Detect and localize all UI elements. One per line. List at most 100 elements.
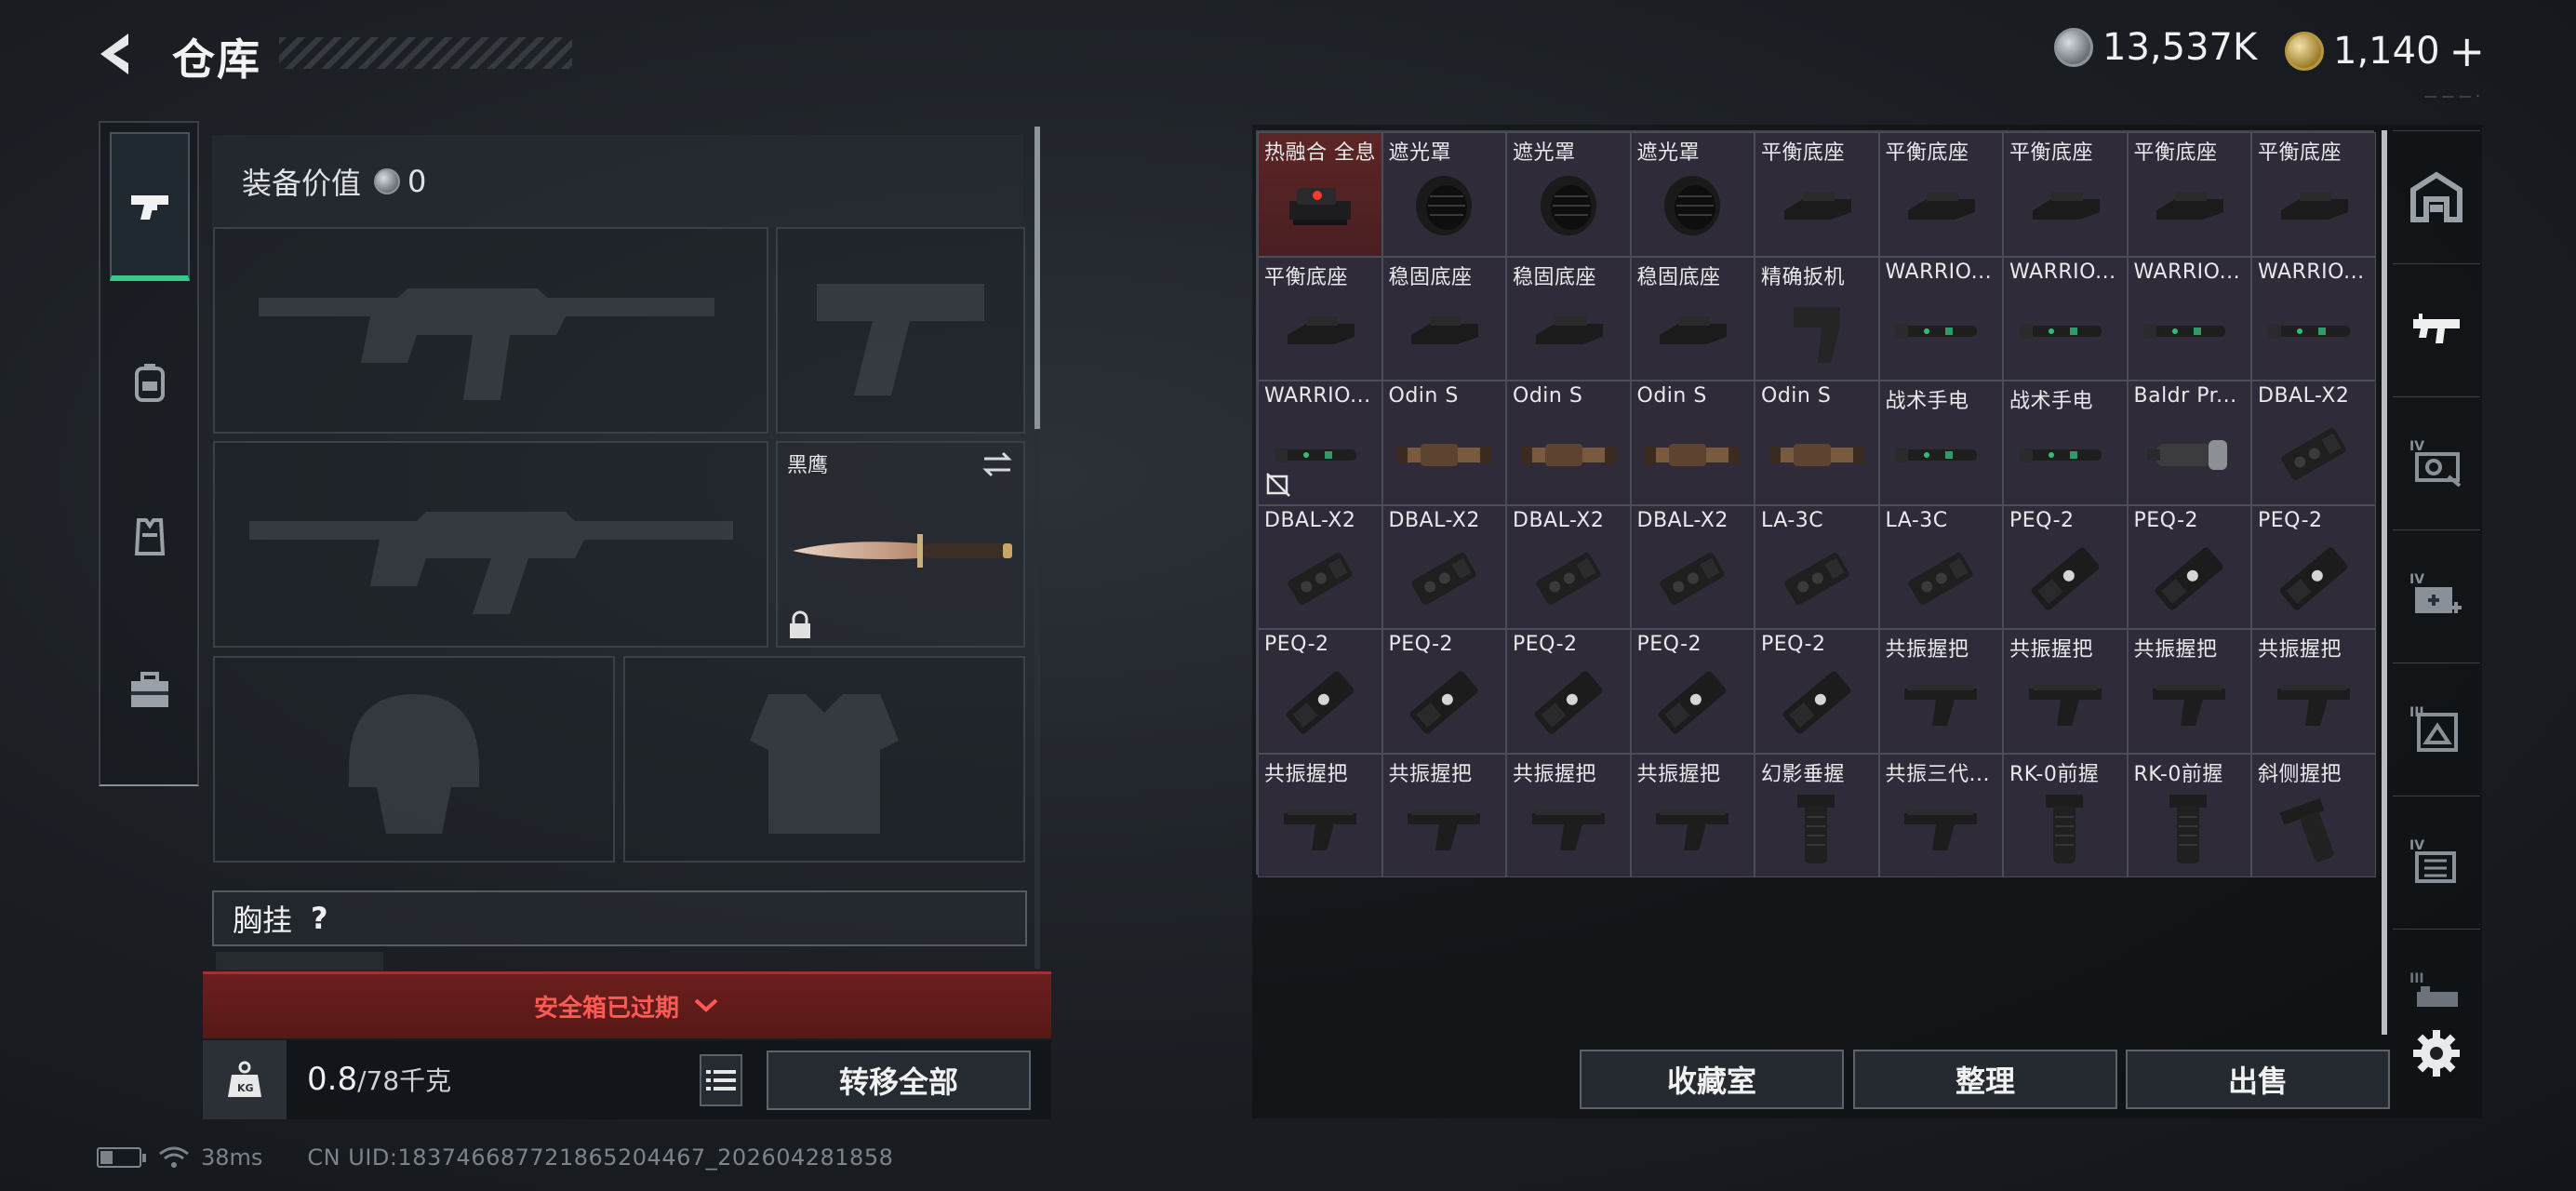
secondary-weapon-slot[interactable] xyxy=(213,441,768,648)
inventory-item[interactable]: 稳固底座 xyxy=(1506,256,1631,381)
inventory-item[interactable]: PEQ-2 xyxy=(2127,504,2251,629)
ping-value: 38ms xyxy=(201,1144,263,1171)
inventory-item[interactable]: 共振握把 xyxy=(1381,753,1506,877)
inventory-item[interactable]: 遮光罩 xyxy=(1630,132,1755,257)
inventory-item[interactable]: 战术手电 xyxy=(2003,381,2128,505)
lock-icon xyxy=(790,610,810,638)
chest-rig-slot-preview xyxy=(216,952,383,970)
inventory-item[interactable]: 共振握把 xyxy=(2127,629,2251,754)
inventory-item[interactable]: PEQ-2 xyxy=(1258,629,1382,754)
tab-armor-storage[interactable]: III xyxy=(2393,662,2480,793)
gold-currency[interactable]: 1,140 + xyxy=(2285,26,2485,76)
inventory-item[interactable]: Odin S xyxy=(1381,381,1506,505)
inventory-item[interactable]: Baldr Pr... xyxy=(2127,381,2251,505)
inventory-scroll-thumb[interactable] xyxy=(2382,130,2387,1035)
peq-attachment-icon xyxy=(2129,532,2251,625)
inventory-item[interactable]: LA-3C xyxy=(1755,504,1879,629)
transfer-all-button[interactable]: 转移全部 xyxy=(767,1050,1031,1110)
inventory-item[interactable]: 遮光罩 xyxy=(1506,132,1631,257)
tab-toolbox[interactable] xyxy=(110,616,190,765)
add-currency-button[interactable]: + xyxy=(2449,26,2486,76)
melee-slot[interactable]: 黑鹰 xyxy=(776,441,1025,648)
inventory-item[interactable]: 幻影垂握 xyxy=(1755,753,1879,877)
inventory-item[interactable]: Odin S xyxy=(1630,381,1755,505)
inventory-item[interactable]: PEQ-2 xyxy=(1630,629,1755,754)
inventory-item[interactable]: WARRIO... xyxy=(2003,256,2128,381)
inventory-item[interactable]: DBAL-X2 xyxy=(1258,504,1382,629)
inventory-item[interactable]: 平衡底座 xyxy=(1755,132,1879,257)
item-name: LA-3C xyxy=(1885,508,1948,532)
swap-icon[interactable] xyxy=(981,448,1014,480)
safe-box-expired-bar[interactable]: 安全箱已过期 xyxy=(203,971,1051,1038)
inventory-item[interactable]: WARRIO... xyxy=(1878,256,2003,381)
inventory-item[interactable]: WARRIO... xyxy=(2251,256,2376,381)
inventory-item[interactable]: 平衡底座 xyxy=(1878,132,2003,257)
inventory-item[interactable]: PEQ-2 xyxy=(2003,504,2128,629)
inventory-item[interactable]: 共振握把 xyxy=(1258,753,1382,877)
tab-attachments-storage[interactable]: IV xyxy=(2393,396,2480,527)
helmet-slot[interactable] xyxy=(213,656,615,863)
medkit-icon: IV xyxy=(2409,572,2462,613)
item-name: DBAL-X2 xyxy=(1264,508,1356,532)
inventory-item[interactable]: 共振握把 xyxy=(1506,753,1631,877)
tab-weapons[interactable] xyxy=(110,132,190,281)
inventory-item[interactable]: DBAL-X2 xyxy=(1506,504,1631,629)
tab-gear-storage[interactable]: IV xyxy=(2393,796,2480,926)
inventory-item[interactable]: 共振握把 xyxy=(1630,753,1755,877)
item-name: Odin S xyxy=(1513,384,1583,408)
tab-medical-storage[interactable]: IV xyxy=(2393,529,2480,660)
inventory-item[interactable]: 平衡底座 xyxy=(2251,132,2376,257)
item-name: WARRIO... xyxy=(2009,260,2116,284)
armor-slot[interactable] xyxy=(623,656,1025,863)
inventory-item[interactable]: RK-0前握 xyxy=(2127,753,2251,877)
item-name: PEQ-2 xyxy=(1761,633,1826,656)
list-icon xyxy=(706,1070,736,1091)
inventory-item[interactable]: 共振握把 xyxy=(2251,629,2376,754)
storage-category-tabs: IV IV III IV III xyxy=(2393,130,2480,1033)
back-arrow-icon[interactable] xyxy=(93,26,149,82)
equipment-scroll-thumb[interactable] xyxy=(1034,127,1040,429)
inventory-item[interactable]: PEQ-2 xyxy=(1381,629,1506,754)
inventory-item[interactable]: 平衡底座 xyxy=(2003,132,2128,257)
chest-rig-row[interactable]: 胸挂 ? xyxy=(212,890,1027,946)
inventory-item[interactable]: LA-3C xyxy=(1878,504,2003,629)
scope-attachment-icon xyxy=(1632,408,1755,501)
inventory-item[interactable]: PEQ-2 xyxy=(1506,629,1631,754)
inventory-item[interactable]: RK-0前握 xyxy=(2003,753,2128,877)
inventory-item[interactable]: 共振握把 xyxy=(1878,629,2003,754)
inventory-item[interactable]: 精确扳机 xyxy=(1755,256,1879,381)
inventory-item[interactable]: DBAL-X2 xyxy=(1630,504,1755,629)
sell-button[interactable]: 出售 xyxy=(2126,1050,2390,1109)
inventory-item[interactable]: 战术手电 xyxy=(1878,381,2003,505)
inventory-item[interactable]: Odin S xyxy=(1755,381,1879,505)
tab-all-storage[interactable] xyxy=(2393,130,2480,261)
list-view-button[interactable] xyxy=(700,1054,742,1106)
inventory-item[interactable]: 稳固底座 xyxy=(1630,256,1755,381)
inventory-item[interactable]: WARRIO... xyxy=(1258,381,1382,505)
primary-weapon-slot[interactable] xyxy=(213,227,768,434)
inventory-item[interactable]: PEQ-2 xyxy=(2251,504,2376,629)
collection-room-button[interactable]: 收藏室 xyxy=(1580,1050,1844,1109)
tab-weapons-storage[interactable] xyxy=(2393,263,2480,394)
inventory-item[interactable]: 平衡底座 xyxy=(1258,256,1382,381)
tab-vest[interactable] xyxy=(110,462,190,611)
sidearm-slot[interactable] xyxy=(776,227,1025,434)
inventory-item[interactable]: 平衡底座 xyxy=(2127,132,2251,257)
inventory-item[interactable]: PEQ-2 xyxy=(1755,629,1879,754)
inventory-item[interactable]: 共振三代... xyxy=(1878,753,2003,877)
inventory-item[interactable]: 共振握把 xyxy=(2003,629,2128,754)
inventory-item[interactable]: DBAL-X2 xyxy=(1381,504,1506,629)
item-name: DBAL-X2 xyxy=(1388,508,1480,532)
inventory-item[interactable]: 斜侧握把 xyxy=(2251,753,2376,877)
inventory-item[interactable]: 稳固底座 xyxy=(1381,256,1506,381)
help-icon[interactable]: ? xyxy=(311,901,328,936)
inventory-item[interactable]: Odin S xyxy=(1506,381,1631,505)
tab-backpack[interactable] xyxy=(110,309,190,458)
inventory-item[interactable]: 遮光罩 xyxy=(1381,132,1506,257)
inventory-item[interactable]: WARRIO... xyxy=(2127,256,2251,381)
settings-gear-icon[interactable] xyxy=(2411,1028,2462,1078)
organize-button[interactable]: 整理 xyxy=(1853,1050,2117,1109)
inventory-item[interactable]: 热融合 全息 xyxy=(1258,132,1382,257)
svg-text:IV: IV xyxy=(2409,439,2424,454)
inventory-item[interactable]: DBAL-X2 xyxy=(2251,381,2376,505)
